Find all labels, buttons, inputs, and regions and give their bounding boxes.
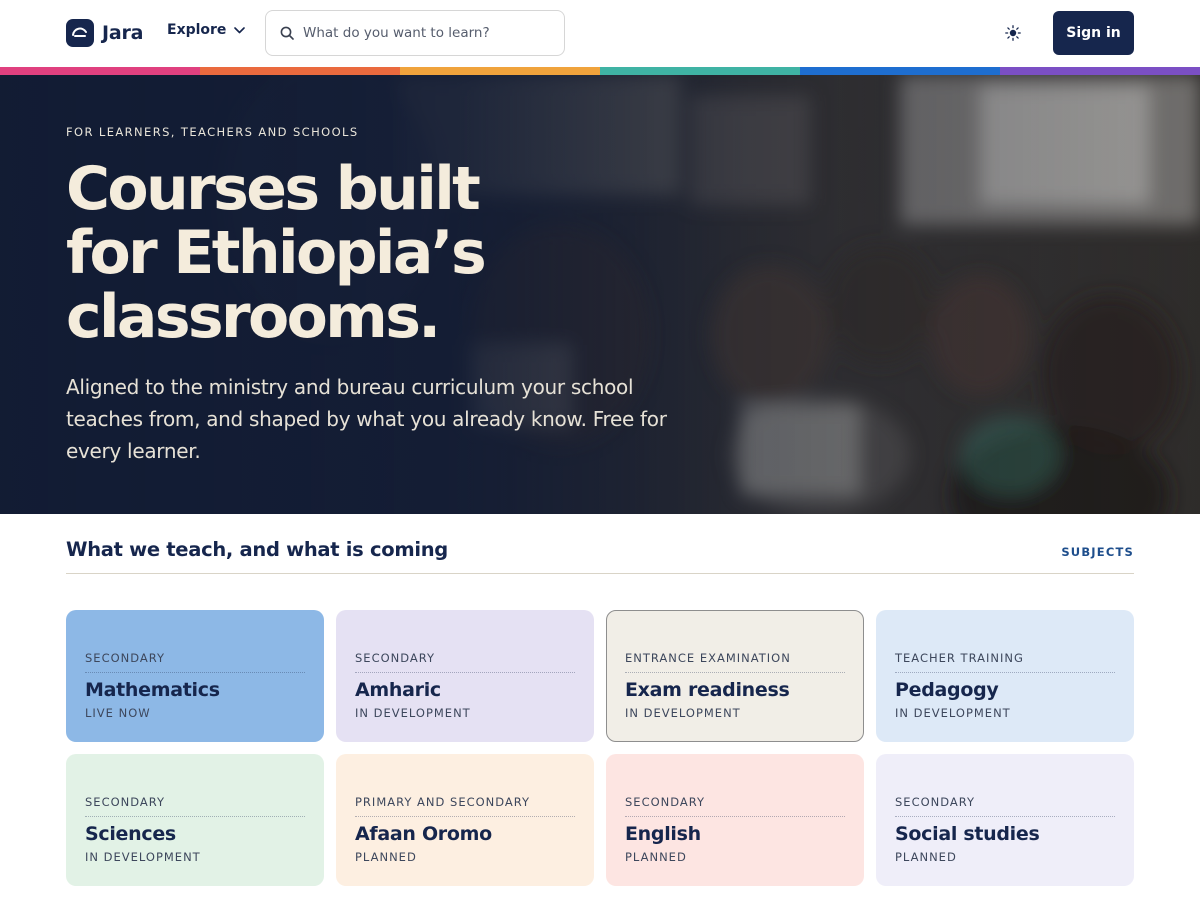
- subjects-link[interactable]: SUBJECTS: [1061, 545, 1134, 559]
- hero-subtitle: Aligned to the ministry and bureau curri…: [66, 375, 667, 463]
- subject-category: PRIMARY AND SECONDARY: [355, 795, 575, 817]
- subject-card[interactable]: TEACHER TRAINING Pedagogy IN DEVELOPMENT: [876, 610, 1134, 742]
- subject-name: Social studies: [895, 823, 1040, 845]
- brand-name: Jara: [102, 22, 144, 44]
- subject-status: LIVE NOW: [85, 706, 151, 720]
- explore-label: Explore: [167, 22, 227, 38]
- top-navigation-bar: Jara Explore Sign in: [0, 0, 1200, 67]
- subject-category: TEACHER TRAINING: [895, 651, 1115, 673]
- explore-menu[interactable]: Explore: [167, 22, 246, 38]
- logo-icon: [66, 19, 94, 47]
- subject-category: SECONDARY: [355, 651, 575, 673]
- hero-banner: FOR LEARNERS, TEACHERS AND SCHOOLS Cours…: [0, 75, 1200, 514]
- search-input[interactable]: [303, 25, 543, 41]
- theme-toggle-button[interactable]: [1002, 22, 1024, 44]
- subject-card[interactable]: SECONDARY English PLANNED: [606, 754, 864, 886]
- hero-title-line: for Ethiopia’s: [66, 218, 487, 288]
- subject-name: Amharic: [355, 679, 441, 701]
- subject-card[interactable]: SECONDARY Social studies PLANNED: [876, 754, 1134, 886]
- sun-icon: [1005, 25, 1021, 41]
- stripe-segment: [800, 67, 1000, 75]
- stripe-segment: [1000, 67, 1200, 75]
- stripe-segment: [0, 67, 200, 75]
- subject-status: IN DEVELOPMENT: [355, 706, 471, 720]
- subject-card[interactable]: SECONDARY Amharic IN DEVELOPMENT: [336, 610, 594, 742]
- sign-in-button[interactable]: Sign in: [1053, 11, 1134, 55]
- subject-category: SECONDARY: [625, 795, 845, 817]
- subject-status: IN DEVELOPMENT: [85, 850, 201, 864]
- subject-name: English: [625, 823, 701, 845]
- subject-card[interactable]: SECONDARY Sciences IN DEVELOPMENT: [66, 754, 324, 886]
- section-title: What we teach, and what is coming: [66, 538, 448, 561]
- search-box[interactable]: [265, 10, 565, 56]
- subject-name: Pedagogy: [895, 679, 999, 701]
- stripe-segment: [400, 67, 600, 75]
- subject-name: Exam readiness: [625, 679, 790, 701]
- subject-category: SECONDARY: [85, 651, 305, 673]
- stripe-segment: [200, 67, 400, 75]
- hero-title-line: Courses built: [66, 154, 481, 224]
- subject-status: IN DEVELOPMENT: [895, 706, 1011, 720]
- subject-category: SECONDARY: [85, 795, 305, 817]
- hero-title-line: classrooms.: [66, 282, 441, 352]
- brand-logo[interactable]: Jara: [66, 19, 143, 47]
- subject-status: IN DEVELOPMENT: [625, 706, 741, 720]
- stripe-segment: [600, 67, 800, 75]
- subject-grid: SECONDARY Mathematics LIVE NOW SECONDARY Amh…: [66, 610, 1134, 886]
- section-header: What we teach, and what is coming SUBJEC…: [66, 534, 1134, 574]
- subject-category: SECONDARY: [895, 795, 1115, 817]
- subject-name: Mathematics: [85, 679, 220, 701]
- subject-name: Sciences: [85, 823, 176, 845]
- subject-card[interactable]: PRIMARY AND SECONDARY Afaan Oromo PLANNED: [336, 754, 594, 886]
- subject-category: ENTRANCE EXAMINATION: [625, 651, 845, 673]
- subject-status: PLANNED: [625, 850, 687, 864]
- search-icon: [280, 26, 294, 40]
- subject-card[interactable]: ENTRANCE EXAMINATION Exam readiness IN DEV…: [606, 610, 864, 742]
- subject-status: PLANNED: [355, 850, 417, 864]
- subject-status: PLANNED: [895, 850, 957, 864]
- hero-eyebrow: FOR LEARNERS, TEACHERS AND SCHOOLS: [66, 125, 359, 139]
- subject-name: Afaan Oromo: [355, 823, 492, 845]
- subject-card[interactable]: SECONDARY Mathematics LIVE NOW: [66, 610, 324, 742]
- chevron-down-icon: [234, 27, 246, 34]
- color-stripe: [0, 67, 1200, 75]
- hero-title: Courses built for Ethiopia’s classrooms.: [66, 157, 666, 349]
